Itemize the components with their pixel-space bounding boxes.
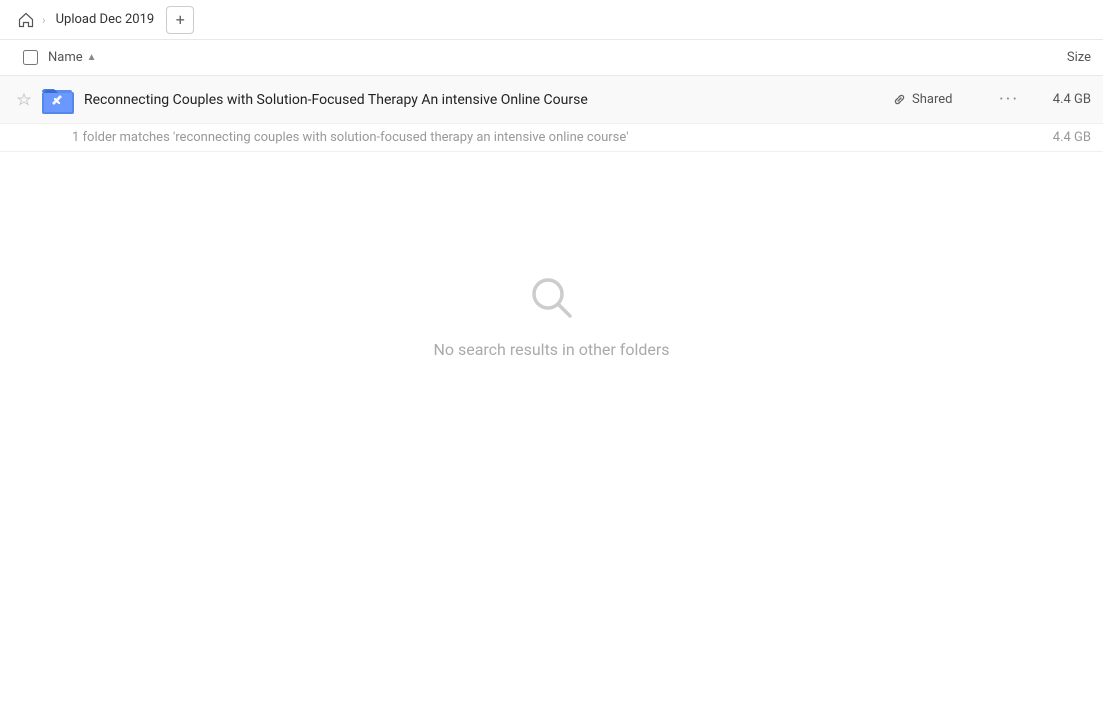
more-options-button[interactable]: ··· (995, 86, 1023, 114)
match-summary-text: 1 folder matches 'reconnecting couples w… (72, 130, 628, 145)
link-icon (893, 93, 906, 106)
breadcrumb-folder-label: Upload Dec 2019 (56, 12, 155, 27)
no-results-text: No search results in other folders (433, 340, 669, 359)
breadcrumb-bar: › Upload Dec 2019 + (0, 0, 1103, 40)
name-column-label: Name (48, 50, 83, 65)
size-column-header[interactable]: Size (1011, 50, 1091, 65)
breadcrumb-separator: › (42, 13, 46, 27)
no-results-area: No search results in other folders (0, 272, 1103, 359)
home-breadcrumb[interactable] (12, 6, 40, 34)
star-button[interactable] (12, 93, 36, 107)
add-button-label: + (176, 10, 185, 29)
column-headers: Name ▲ Size (0, 40, 1103, 76)
match-summary-size: 4.4 GB (1053, 130, 1091, 145)
breadcrumb-folder[interactable]: Upload Dec 2019 (48, 6, 163, 34)
shared-status: Shared (893, 92, 983, 107)
star-icon (17, 93, 31, 107)
shared-label: Shared (912, 92, 952, 107)
file-name: Reconnecting Couples with Solution-Focus… (84, 92, 893, 108)
name-column-header[interactable]: Name ▲ (48, 50, 1011, 65)
more-options-icon: ··· (999, 89, 1019, 110)
folder-icon (40, 82, 76, 118)
select-all-checkbox-col (12, 50, 48, 65)
file-row[interactable]: Reconnecting Couples with Solution-Focus… (0, 76, 1103, 124)
size-column-label: Size (1067, 50, 1091, 65)
no-results-search-icon (526, 272, 578, 324)
select-all-checkbox[interactable] (23, 50, 38, 65)
add-button[interactable]: + (166, 6, 194, 34)
folder-svg (40, 82, 76, 118)
match-summary: 1 folder matches 'reconnecting couples w… (0, 124, 1103, 152)
sort-arrow-icon: ▲ (87, 52, 97, 63)
file-size: 4.4 GB (1031, 92, 1091, 107)
home-icon (18, 12, 34, 28)
